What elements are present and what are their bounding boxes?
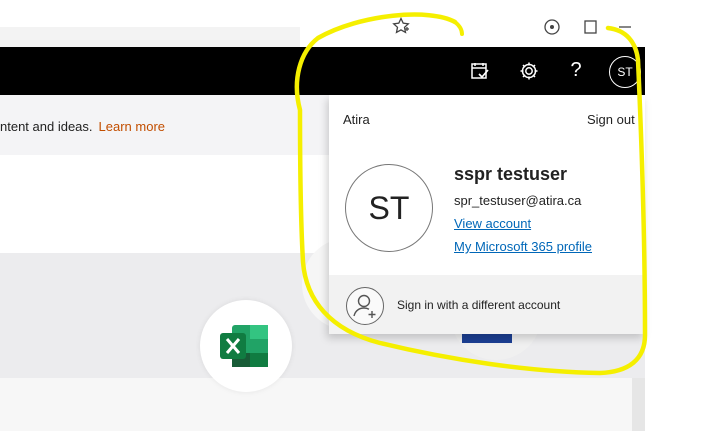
extension-icon[interactable]: [543, 18, 561, 41]
help-icon[interactable]: ?: [564, 60, 588, 80]
excel-icon: [220, 325, 268, 367]
m365-profile-link[interactable]: My Microsoft 365 profile: [454, 239, 592, 254]
app-logo-fragment: [462, 333, 512, 343]
account-avatar: ST: [345, 164, 433, 252]
learn-more-link[interactable]: Learn more: [99, 119, 165, 134]
sign-out-button[interactable]: Sign out: [587, 112, 635, 127]
banner-text: ntent and ideas.: [0, 119, 93, 134]
collections-icon[interactable]: [582, 18, 600, 41]
settings-gear-icon[interactable]: [518, 60, 540, 87]
favorite-star-icon[interactable]: [392, 16, 410, 40]
tenant-name: Atira: [343, 112, 370, 127]
lower-section-inner: [0, 378, 632, 431]
excel-app-tile[interactable]: [200, 300, 292, 392]
different-account-label: Sign in with a different account: [397, 298, 561, 312]
add-account-icon: [346, 287, 384, 325]
address-bar-area: [0, 27, 300, 47]
lower-section: [0, 378, 645, 431]
user-display-name: sspr testuser: [454, 164, 568, 184]
scrollbar-track[interactable]: [632, 378, 645, 431]
banner-message: ntent and ideas. Learn more: [0, 119, 165, 134]
browser-menu-icon[interactable]: [618, 20, 632, 39]
view-account-link[interactable]: View account: [454, 216, 531, 231]
account-avatar-button[interactable]: ST: [609, 56, 641, 88]
user-email: spr_testuser@atira.ca: [454, 193, 582, 208]
app-header: [0, 47, 645, 95]
tasks-icon[interactable]: [469, 60, 491, 87]
